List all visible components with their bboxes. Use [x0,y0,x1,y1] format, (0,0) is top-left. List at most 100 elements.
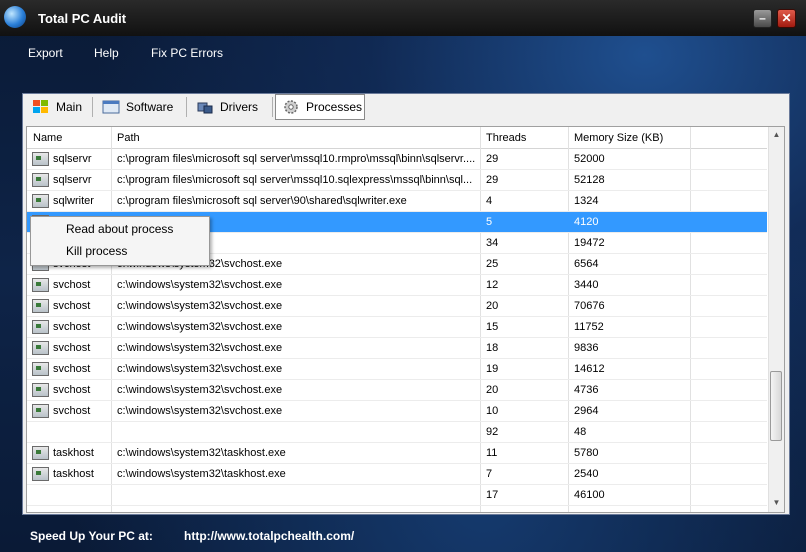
context-kill-process[interactable]: Kill process [66,244,127,258]
process-icon [32,467,49,481]
menu-fix-pc-errors[interactable]: Fix PC Errors [151,46,223,60]
cell-threads: 34 [486,237,499,249]
table-row[interactable]: svchost c:\windows\system32\svchost.exe 20… [27,380,767,401]
tab-processes[interactable]: Processes [275,94,365,120]
table-row[interactable]: svchost c:\windows\system32\svchost.exe 15… [27,317,767,338]
table-row[interactable]: sqlservr c:\program files\microsoft sql s… [27,170,767,191]
column-header-memory[interactable]: Memory Size (KB) [574,132,663,144]
process-icon [32,383,49,397]
cell-threads: 11 [486,447,498,459]
table-row[interactable]: taskhost c:\windows\system32\taskhost.exe… [27,464,767,485]
cell-path: c:\windows\system32\svchost.exe [117,300,283,312]
table-row[interactable]: svchost c:\windows\system32\svchost.exe 12… [27,275,767,296]
table-row[interactable]: svchost c:\windows\system32\svchost.exe 19… [27,359,767,380]
table-row[interactable]: sqlservr c:\program files\microsoft sql s… [27,149,767,170]
table-header: Name Path Threads Memory Size (KB) [27,127,767,149]
cell-memory: 5780 [574,447,599,459]
close-button[interactable]: ✕ [777,9,796,28]
cell-memory: 4736 [574,384,599,396]
footer-label: Speed Up Your PC at: [30,529,153,543]
cell-memory: 48 [574,426,587,438]
cell-memory: 70676 [574,300,605,312]
cell-memory: 52128 [574,174,605,186]
cell-name: sqlservr [53,153,92,165]
cell-threads: 29 [486,174,499,186]
cell-path: c:\windows\system32\svchost.exe [117,405,283,417]
column-header-name[interactable]: Name [33,132,62,144]
gear-icon [282,99,300,115]
table-row[interactable]: svchost c:\windows\system32\svchost.exe 18… [27,338,767,359]
scrollbar-thumb[interactable] [770,371,782,441]
footer-bar: Speed Up Your PC at: http://www.totalpch… [0,520,806,552]
cell-memory: 2540 [574,468,599,480]
cell-memory: 2964 [574,405,599,417]
minimize-button[interactable]: – [753,9,772,28]
table-row[interactable]: 17 46100 [27,485,767,506]
main-panel: Main Software Drivers Processes Name Pat… [22,93,790,515]
cell-threads: 10 [486,405,499,417]
table-row[interactable]: taskhost c:\windows\system32\taskhost.exe… [27,443,767,464]
cell-memory: 46100 [574,489,605,501]
process-icon [32,278,49,292]
cell-memory: 11752 [574,321,604,333]
footer-link[interactable]: http://www.totalpchealth.com/ [184,529,354,543]
cell-threads: 15 [486,321,499,333]
tab-main-label: Main [56,100,83,114]
cell-threads: 25 [486,258,499,270]
cell-memory: 3440 [574,279,599,291]
cell-name: sqlwriter [53,195,94,207]
table-row[interactable]: sqlwriter c:\program files\microsoft sql … [27,191,767,212]
cell-memory: 19472 [574,237,605,249]
cell-name: svchost [53,300,91,312]
cell-path: c:\windows\system32\taskhost.exe [117,468,286,480]
tab-main[interactable]: Main [26,95,90,119]
tab-software-label: Software [126,100,174,114]
cell-name: taskhost [53,447,94,459]
cell-memory: 52000 [574,153,605,165]
cell-name: svchost [53,321,91,333]
windows-logo-icon [32,99,50,115]
tab-drivers[interactable]: Drivers [190,95,270,119]
cell-memory: 6564 [574,258,599,270]
cell-path: c:\windows\system32\taskhost.exe [117,447,286,459]
tab-separator [186,97,187,117]
menu-export[interactable]: Export [28,46,63,60]
cell-threads: 92 [486,426,499,438]
cell-threads: 4 [486,195,493,207]
cell-threads: 19 [486,363,499,375]
process-icon [32,320,49,334]
app-window: Total PC Audit – ✕ Export Help Fix PC Er… [0,0,806,552]
cell-memory: 14612 [574,363,605,375]
cell-name: sqlservr [53,174,92,186]
vertical-scrollbar[interactable]: ▲ ▼ [768,127,784,512]
process-icon [32,404,49,418]
context-read-about-process[interactable]: Read about process [66,222,173,236]
process-table: Name Path Threads Memory Size (KB) sqlse… [26,126,785,513]
table-row[interactable]: svchost c:\windows\system32\svchost.exe 10… [27,401,767,422]
cell-threads: 20 [486,384,499,396]
process-icon [32,362,49,376]
row-divider [27,505,767,506]
tab-software[interactable]: Software [96,95,184,119]
cell-threads: 12 [486,279,499,291]
cell-threads: 5 [486,216,493,228]
cell-threads: 17 [486,489,499,501]
scroll-up-arrow-icon[interactable]: ▲ [771,130,782,141]
column-header-threads[interactable]: Threads [486,132,526,144]
process-icon [32,194,49,208]
column-header-path[interactable]: Path [117,132,140,144]
table-row[interactable]: svchost c:\windows\system32\svchost.exe 20… [27,296,767,317]
tab-separator [92,97,93,117]
cell-path: c:\windows\system32\svchost.exe [117,384,283,396]
cell-name: svchost [53,279,91,291]
cell-memory: 1324 [574,195,599,207]
title-bar: Total PC Audit – ✕ [0,0,806,36]
scroll-down-arrow-icon[interactable]: ▼ [771,498,782,509]
table-row[interactable]: 92 48 [27,422,767,443]
drivers-icon [196,99,214,115]
menu-help[interactable]: Help [94,46,119,60]
cell-threads: 29 [486,153,499,165]
cell-memory: 9836 [574,342,599,354]
process-icon [32,341,49,355]
cell-name: svchost [53,342,91,354]
